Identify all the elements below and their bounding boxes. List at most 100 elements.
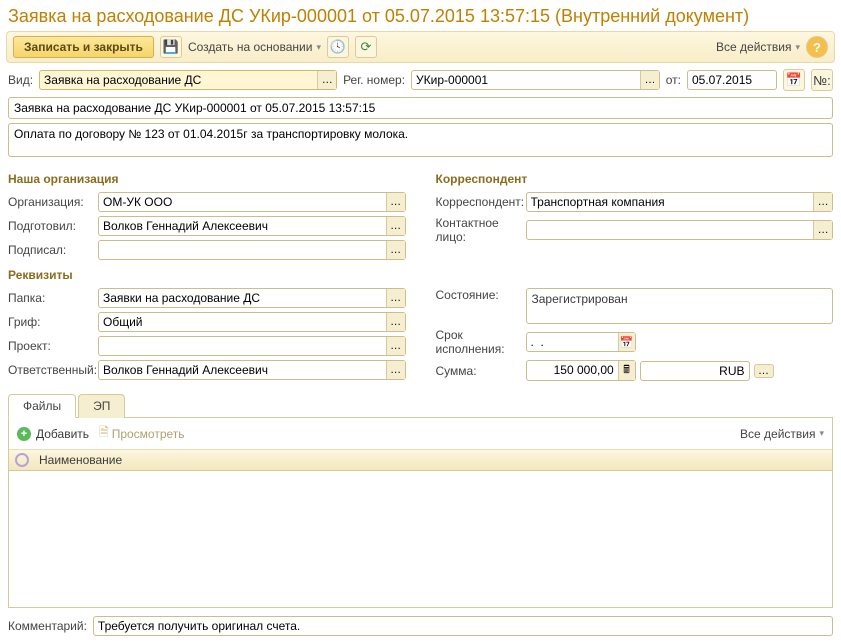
clock-icon-button[interactable]: 🕓	[327, 36, 349, 58]
view-label: Просмотреть	[112, 427, 185, 441]
tab-ep[interactable]: ЭП	[78, 394, 125, 418]
floppy-icon: 💾	[163, 39, 179, 55]
reg-input[interactable]	[412, 71, 640, 89]
sign-label: Подписал:	[8, 243, 98, 257]
sign-select-button[interactable]: …	[386, 241, 405, 259]
all-actions-label: Все действия	[716, 40, 791, 54]
date-field[interactable]	[687, 70, 777, 90]
org-section-title: Наша организация	[8, 172, 406, 186]
create-based-dropdown[interactable]: Создать на основании	[188, 40, 321, 54]
resp-input[interactable]	[99, 361, 386, 379]
vid-select-button[interactable]: …	[317, 71, 336, 89]
contact-select-button[interactable]: …	[813, 221, 832, 239]
project-input[interactable]	[99, 337, 386, 355]
deadline-input[interactable]	[527, 333, 618, 351]
reg-label: Рег. номер:	[343, 73, 405, 87]
name-line-input[interactable]	[8, 97, 833, 119]
folder-label: Папка:	[8, 291, 98, 305]
contact-field[interactable]: …	[526, 220, 834, 240]
col-name: Наименование	[39, 453, 122, 467]
deadline-field[interactable]: 📅	[526, 332, 636, 352]
currency-field[interactable]	[640, 361, 750, 381]
vid-field[interactable]: …	[39, 70, 337, 90]
document-icon: 🗎	[99, 423, 109, 444]
tab-body: + Добавить 🗎 Просмотреть Все действия На…	[8, 418, 833, 608]
state-box[interactable]: Зарегистрирован	[526, 288, 834, 324]
corr-section-title: Корреспондент	[436, 172, 834, 186]
add-button[interactable]: + Добавить	[17, 427, 89, 441]
prep-label: Подготовил:	[8, 219, 98, 233]
clock-icon: 🕓	[330, 39, 346, 55]
file-table-body	[9, 471, 832, 601]
sum-calc-button[interactable]: 🖩	[618, 361, 635, 380]
vid-label: Вид:	[8, 73, 33, 87]
prep-input[interactable]	[99, 217, 386, 235]
folder-select-button[interactable]: …	[386, 289, 405, 307]
comment-label: Комментарий:	[8, 619, 87, 633]
calendar-icon: 📅	[786, 72, 802, 88]
refresh-icon-button[interactable]: ⟳	[355, 36, 377, 58]
description-textarea[interactable]	[8, 123, 833, 157]
grif-label: Гриф:	[8, 315, 98, 329]
corr-label: Корреспондент:	[436, 195, 526, 209]
save-close-button[interactable]: Записать и закрыть	[13, 36, 154, 58]
tab-strip: Файлы ЭП	[8, 393, 833, 418]
refresh-icon: ⟳	[361, 39, 372, 55]
folder-input[interactable]	[99, 289, 386, 307]
currency-select-button[interactable]: …	[754, 364, 774, 378]
sum-input[interactable]	[527, 361, 618, 379]
all-actions-dropdown[interactable]: Все действия	[716, 40, 800, 54]
contact-label: Контактное лицо:	[436, 216, 526, 244]
tab-all-actions-label: Все действия	[740, 427, 815, 441]
org-select-button[interactable]: …	[386, 193, 405, 211]
view-button[interactable]: 🗎 Просмотреть	[99, 423, 184, 444]
circle-icon	[15, 453, 29, 467]
calendar-icon-button[interactable]: 📅	[783, 69, 805, 91]
corr-field[interactable]: …	[526, 192, 834, 212]
project-label: Проект:	[8, 339, 98, 353]
corr-select-button[interactable]: …	[813, 193, 832, 211]
resp-label: Ответственный:	[8, 363, 98, 377]
file-table-header: Наименование	[9, 450, 832, 471]
page-title: Заявка на расходование ДС УКир-000001 от…	[0, 0, 841, 31]
comment-field[interactable]	[93, 616, 833, 636]
num-label: №:	[813, 73, 831, 88]
comment-input[interactable]	[94, 617, 832, 635]
help-icon-button[interactable]: ?	[806, 36, 828, 58]
date-input[interactable]	[688, 71, 776, 89]
save-icon-button[interactable]: 💾	[160, 36, 182, 58]
ot-label: от:	[666, 73, 681, 87]
main-toolbar: Записать и закрыть 💾 Создать на основани…	[6, 31, 835, 63]
state-label: Состояние:	[436, 288, 526, 302]
corr-input[interactable]	[527, 193, 814, 211]
org-label: Организация:	[8, 195, 98, 209]
currency-input[interactable]	[641, 362, 749, 380]
deadline-cal-button[interactable]: 📅	[618, 333, 635, 351]
org-field[interactable]: …	[98, 192, 406, 212]
project-select-button[interactable]: …	[386, 337, 405, 355]
folder-field[interactable]: …	[98, 288, 406, 308]
prep-select-button[interactable]: …	[386, 217, 405, 235]
resp-field[interactable]: …	[98, 360, 406, 380]
tab-all-actions-dropdown[interactable]: Все действия	[740, 427, 824, 441]
org-input[interactable]	[99, 193, 386, 211]
project-field[interactable]: …	[98, 336, 406, 356]
tab-files[interactable]: Файлы	[8, 394, 76, 418]
deadline-label: Срок исполнения:	[436, 328, 526, 356]
prep-field[interactable]: …	[98, 216, 406, 236]
sign-input[interactable]	[99, 241, 386, 259]
grif-field[interactable]: …	[98, 312, 406, 332]
resp-select-button[interactable]: …	[386, 361, 405, 379]
grif-select-button[interactable]: …	[386, 313, 405, 331]
vid-input[interactable]	[40, 71, 317, 89]
plus-icon: +	[17, 427, 31, 441]
grif-input[interactable]	[99, 313, 386, 331]
contact-input[interactable]	[527, 221, 814, 239]
add-label: Добавить	[36, 427, 89, 441]
num-button[interactable]: №:	[811, 69, 833, 91]
sign-field[interactable]: …	[98, 240, 406, 260]
reg-select-button[interactable]: …	[640, 71, 659, 89]
req-section-title: Реквизиты	[8, 268, 833, 282]
reg-field[interactable]: …	[411, 70, 660, 90]
sum-field[interactable]: 🖩	[526, 360, 636, 381]
